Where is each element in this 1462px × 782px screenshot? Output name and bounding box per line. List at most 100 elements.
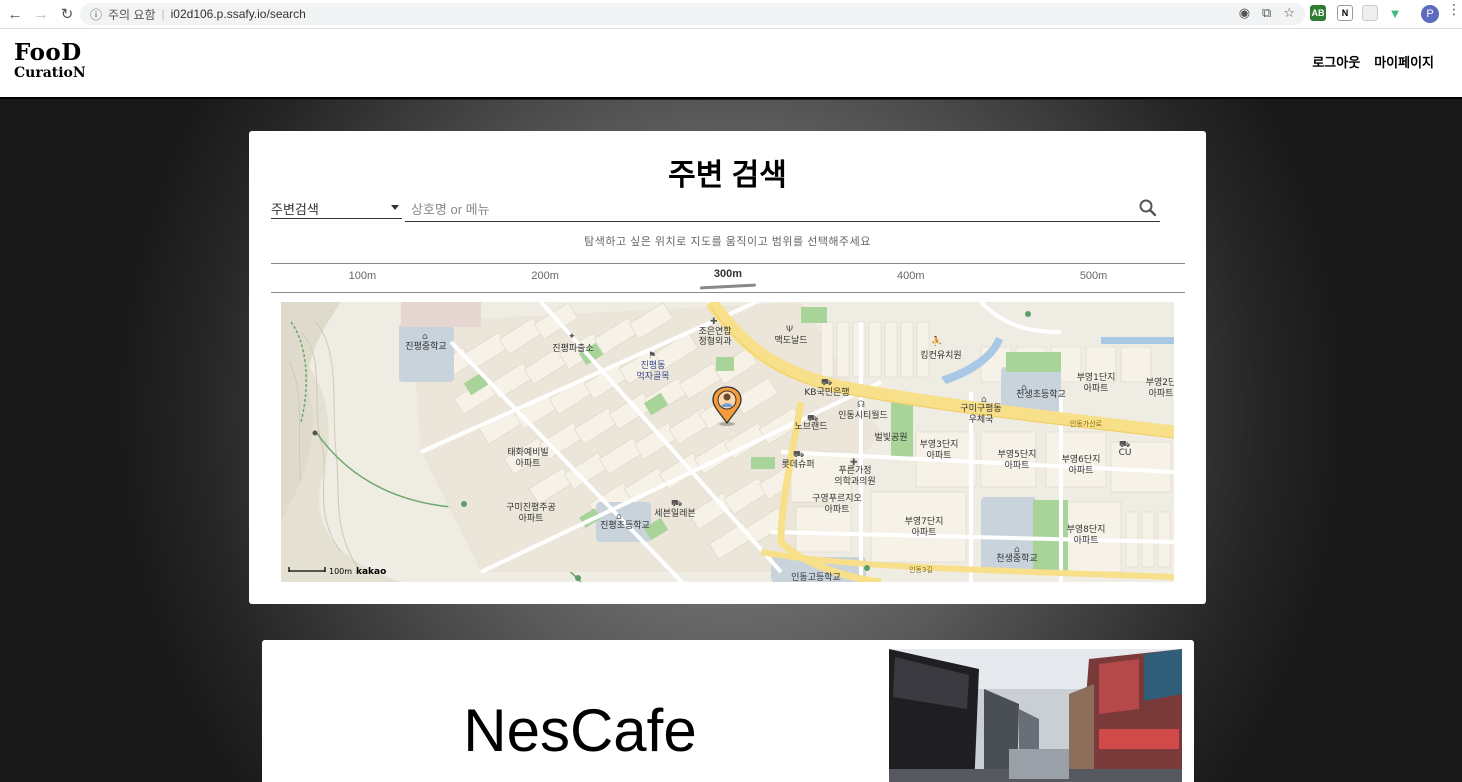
svg-text:구영푸르지오: 구영푸르지오	[812, 493, 862, 504]
svg-text:아파트: 아파트	[1084, 383, 1109, 394]
address-bar[interactable]: ⓘ 주의 요함 | i02d106.p.ssafy.io/search ◉ ⧉ …	[80, 3, 1305, 25]
header-nav: 로그아웃 마이페이지	[1312, 52, 1434, 71]
back-icon[interactable]: ←	[4, 3, 26, 25]
svg-text:아파트: 아파트	[1149, 388, 1174, 399]
forward-icon[interactable]: →	[30, 3, 52, 25]
svg-text:먹자골목: 먹자골목	[636, 371, 669, 382]
search-card: 주변 검색 주변검색 탐색하고 싶은 위치로 지도를 움직이고 범위를 선택해주…	[249, 131, 1206, 604]
result-card[interactable]: NesCafe	[262, 640, 1194, 782]
extension-icon[interactable]: AB	[1310, 5, 1326, 21]
street-photo-image	[889, 649, 1182, 782]
range-option-500m[interactable]: 500m	[1002, 264, 1185, 292]
site-header: FooD CuratioN 로그아웃 마이페이지	[0, 29, 1462, 99]
svg-text:부영6단지: 부영6단지	[1062, 454, 1101, 465]
svg-text:아파트: 아파트	[1069, 465, 1094, 476]
svg-text:✚: ✚	[710, 317, 718, 327]
svg-text:천생초등학교: 천생초등학교	[1016, 389, 1066, 400]
range-option-400m[interactable]: 400m	[819, 264, 1002, 292]
svg-text:KB국민은행: KB국민은행	[804, 386, 849, 398]
search-type-select[interactable]: 주변검색	[271, 199, 402, 219]
svg-text:인동3길: 인동3길	[909, 565, 933, 574]
svg-text:아파트: 아파트	[1074, 535, 1099, 546]
select-value: 주변검색	[271, 202, 319, 217]
svg-text:세븐일레븐: 세븐일레븐	[654, 508, 695, 519]
svg-text:⛟: ⛟	[793, 450, 804, 460]
svg-text:의학과의원: 의학과의원	[834, 476, 875, 487]
notion-extension-icon[interactable]: N	[1337, 5, 1353, 21]
logo-line-2: CuratioN	[14, 65, 86, 81]
search-hint: 탐색하고 싶은 위치로 지도를 움직이고 범위를 선택해주세요	[584, 236, 871, 248]
svg-text:아파트: 아파트	[927, 450, 952, 461]
svg-text:아파트: 아파트	[519, 513, 544, 524]
chevron-down-icon	[391, 205, 399, 210]
svg-text:⚑: ⚑	[648, 351, 656, 361]
svg-text:아파트: 아파트	[912, 527, 937, 538]
svg-text:부영2단: 부영2단	[1146, 377, 1174, 388]
svg-text:진평동: 진평동	[641, 360, 666, 371]
reload-icon[interactable]: ↻	[56, 3, 78, 25]
svg-text:CU: CU	[1119, 448, 1132, 458]
logo-line-1: FooD	[14, 39, 82, 66]
map-brand-logo: kakao	[356, 567, 386, 577]
svg-text:진평중학교: 진평중학교	[405, 341, 446, 352]
svg-text:킹컨유치원: 킹컨유치원	[920, 349, 961, 361]
map-canvas[interactable]: ⌂ ✦ ✚ Ψ ⚑ ⛟ ☊ ⛟ ⌂ ⌂ ⛟ ⛟ ✚ ⛟ ⌂ ⌂ ⛹ 진평중학교	[281, 302, 1174, 582]
svg-text:노브랜드: 노브랜드	[794, 421, 827, 432]
svg-text:아파트: 아파트	[1005, 460, 1030, 471]
profile-avatar[interactable]: P	[1421, 5, 1439, 23]
location-icon[interactable]: ◉	[1239, 5, 1250, 21]
svg-text:푸른가정: 푸른가정	[838, 465, 871, 476]
restaurant-photo[interactable]	[889, 649, 1182, 782]
logout-link[interactable]: 로그아웃	[1312, 52, 1360, 71]
svg-text:진평초등학교: 진평초등학교	[600, 520, 650, 531]
site-logo[interactable]: FooD CuratioN	[14, 41, 86, 80]
svg-text:부영8단지: 부영8단지	[1067, 524, 1106, 535]
svg-text:⌂: ⌂	[422, 332, 428, 342]
search-input[interactable]	[405, 197, 1160, 222]
svg-text:Ψ: Ψ	[786, 325, 793, 335]
browser-toolbar: ← → ↻ ⓘ 주의 요함 | i02d106.p.ssafy.io/searc…	[0, 0, 1462, 29]
svg-text:태화예비빌: 태화예비빌	[507, 447, 548, 458]
svg-text:✦: ✦	[568, 332, 576, 342]
range-selector: 100m 200m 300m 400m 500m	[271, 263, 1185, 293]
search-icon[interactable]	[1138, 198, 1158, 218]
svg-text:조은연합: 조은연합	[698, 326, 731, 337]
range-option-100m[interactable]: 100m	[271, 264, 454, 292]
svg-text:아파트: 아파트	[516, 458, 541, 469]
security-label: 주의 요함	[108, 7, 156, 22]
svg-text:천생중학교: 천생중학교	[996, 553, 1037, 564]
info-icon[interactable]: ⓘ	[90, 6, 102, 23]
svg-text:부영3단지: 부영3단지	[920, 439, 959, 450]
svg-text:진평파출소: 진평파출소	[552, 343, 593, 354]
url-text: i02d106.p.ssafy.io/search	[170, 7, 306, 21]
map-scale-label: 100m	[329, 567, 352, 576]
svg-text:구미구평동: 구미구평동	[960, 403, 1001, 414]
svg-text:정형외과: 정형외과	[698, 335, 731, 347]
svg-text:맥도날드: 맥도날드	[774, 335, 807, 346]
svg-text:우체국: 우체국	[969, 414, 994, 425]
translate-icon[interactable]: ⧉	[1262, 5, 1271, 21]
blank-extension-icon[interactable]	[1362, 5, 1378, 21]
svg-text:구미진평주공: 구미진평주공	[506, 502, 556, 513]
svg-text:⛟: ⛟	[671, 499, 682, 509]
range-option-300m[interactable]: 300m	[637, 264, 820, 292]
mypage-link[interactable]: 마이페이지	[1374, 52, 1434, 71]
map-view[interactable]: ⌂ ✦ ✚ Ψ ⚑ ⛟ ☊ ⛟ ⌂ ⌂ ⛟ ⛟ ✚ ⛟ ⌂ ⌂ ⛹ 진평중학교	[281, 302, 1174, 582]
svg-text:부영5단지: 부영5단지	[998, 449, 1037, 460]
svg-text:⛹: ⛹	[931, 335, 942, 347]
range-option-200m[interactable]: 200m	[454, 264, 637, 292]
browser-menu-icon[interactable]: ⋮	[1447, 2, 1461, 16]
svg-text:아파트: 아파트	[825, 504, 850, 515]
svg-text:인동고등학교: 인동고등학교	[791, 572, 841, 582]
svg-text:☊: ☊	[857, 400, 865, 410]
restaurant-name[interactable]: NesCafe	[262, 696, 898, 765]
svg-text:인동가산로: 인동가산로	[1070, 419, 1103, 428]
bookmark-star-icon[interactable]: ☆	[1283, 5, 1295, 21]
svg-text:롯데슈퍼: 롯데슈퍼	[781, 459, 814, 470]
svg-text:⛟: ⛟	[821, 378, 832, 388]
vue-extension-icon[interactable]: ▼	[1387, 5, 1403, 21]
svg-text:부영7단지: 부영7단지	[905, 516, 944, 527]
page-title: 주변 검색	[668, 159, 787, 192]
address-separator: |	[161, 7, 165, 21]
svg-text:부영1단지: 부영1단지	[1077, 372, 1116, 383]
